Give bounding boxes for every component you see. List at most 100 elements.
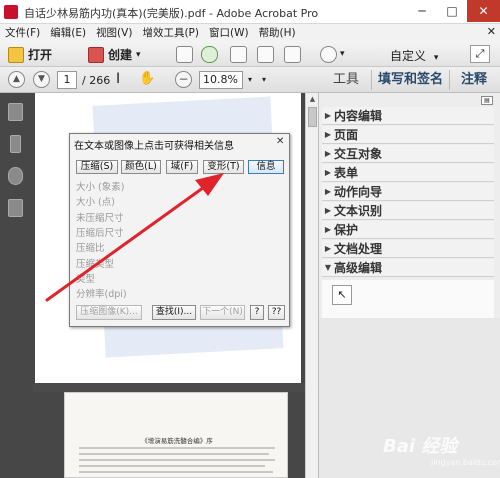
save-icon[interactable]	[230, 46, 247, 63]
signature-icon[interactable]	[8, 199, 23, 217]
section-protection[interactable]: ▶ 保护	[322, 221, 494, 239]
attachment-icon[interactable]	[8, 167, 23, 185]
main-toolbar: 打开 创建 ▾ ▾ 自定义 ▾ ⤢	[0, 41, 500, 67]
vertical-scrollbar[interactable]: ▲	[305, 93, 318, 478]
gear-icon[interactable]	[320, 46, 337, 63]
customize-label: 自定义	[390, 49, 427, 63]
tab-tools[interactable]: 工具	[328, 70, 364, 90]
text-line	[79, 447, 275, 449]
section-label: 页面	[334, 128, 359, 142]
scrollbar-thumb[interactable]	[308, 107, 317, 127]
tab-fill-sign[interactable]: 填写和签名	[371, 70, 451, 90]
field-resolution: 分辨率(dpi)	[76, 289, 127, 300]
chevron-down-icon: ▾	[136, 49, 141, 60]
section-content-editing[interactable]: ▶ 内容编辑	[322, 107, 494, 125]
baidu-watermark: Bai 经验 jingyan.baidu.com	[383, 418, 500, 468]
watermark-url: jingyan.baidu.com	[431, 458, 500, 467]
section-label: 交互对象	[334, 147, 383, 161]
zoom-level-input[interactable]: 10.8%	[199, 71, 243, 89]
tab-compression[interactable]: 压缩(S)	[76, 160, 118, 174]
section-interactive-objects[interactable]: ▶ 交互对象	[322, 145, 494, 163]
next-page-icon[interactable]: ▼	[33, 71, 50, 88]
chevron-down-icon: ▾	[433, 53, 439, 63]
zoom-out-icon[interactable]: −	[175, 71, 192, 88]
object-info-dialog: 在文本或图像上点击可获得相关信息 ✕ 压缩(S) 颜色(L) 域(F) 变形(T…	[69, 133, 290, 327]
section-label: 动作向导	[334, 185, 383, 199]
email-icon[interactable]	[284, 46, 301, 63]
tab-field[interactable]: 域(F)	[166, 160, 198, 174]
close-document-icon[interactable]: ✕	[487, 25, 496, 38]
menu-help[interactable]: 帮助(H)	[254, 25, 301, 40]
section-pages[interactable]: ▶ 页面	[322, 126, 494, 144]
settings-dropdown-icon[interactable]: ▾	[340, 49, 345, 59]
expand-arrow-icon: ▶	[324, 111, 332, 120]
tab-transform[interactable]: 变形(T)	[203, 160, 244, 174]
touchup-object-tool-icon[interactable]: ↖	[332, 285, 352, 305]
create-pdf-icon	[88, 46, 104, 63]
expand-arrow-icon: ▶	[324, 206, 332, 215]
open-button[interactable]: 打开	[8, 45, 52, 64]
panel-options-icon[interactable]: ▤	[481, 96, 493, 105]
field-type: 类型	[76, 274, 96, 285]
next-button[interactable]: 下一个(N)	[200, 305, 245, 320]
expand-arrow-icon: ▶	[324, 187, 332, 196]
section-forms[interactable]: ▶ 表单	[322, 164, 494, 182]
select-cursor-icon[interactable]: I	[116, 71, 133, 88]
compress-image-button[interactable]: 压缩图像(K)...	[76, 305, 142, 320]
watermark-text: Bai 经验	[383, 436, 458, 457]
tab-comment[interactable]: 注释	[456, 70, 492, 90]
edit-icon[interactable]	[257, 46, 274, 63]
field-compression-ratio: 压缩比	[76, 243, 105, 254]
navigation-toolbar: ▲ ▼ 1 / 266 I ✋ − 10.8% ▾ ▾ 工具 填写和签名 注释	[0, 67, 500, 93]
help-more-button[interactable]: ??	[268, 305, 285, 320]
expand-arrow-icon: ▶	[324, 149, 332, 158]
pdf-page-2[interactable]: 《增演易筋洗髓合编》序	[64, 392, 288, 478]
menu-bar: 文件(F) 编辑(E) 视图(V) 增效工具(P) 窗口(W) 帮助(H) ✕	[0, 24, 500, 41]
tab-info[interactable]: 信息	[248, 160, 284, 174]
expand-arrow-icon: ▶	[324, 168, 332, 177]
tab-color[interactable]: 颜色(L)	[121, 160, 161, 174]
title-bar: 自话少林易筋内功(真本)(完美版).pdf - Adobe Acrobat Pr…	[0, 0, 500, 24]
text-line	[79, 459, 275, 461]
page-2-heading: 《增演易筋洗髓合编》序	[141, 437, 213, 445]
customize-dropdown[interactable]: 自定义 ▾	[390, 47, 438, 64]
menu-window[interactable]: 窗口(W)	[204, 25, 254, 40]
minimize-button[interactable]: ─	[407, 0, 437, 22]
acrobat-icon	[4, 5, 18, 19]
zoom-dropdown-icon[interactable]: ▾	[244, 71, 256, 89]
left-navigation-pane	[0, 93, 33, 478]
menu-plugins[interactable]: 增效工具(P)	[137, 25, 204, 40]
menu-file[interactable]: 文件(F)	[0, 25, 45, 40]
cloud-upload-icon[interactable]	[201, 46, 218, 63]
print-icon[interactable]	[176, 46, 193, 63]
menu-edit[interactable]: 编辑(E)	[45, 25, 91, 40]
dialog-title: 在文本或图像上点击可获得相关信息	[74, 141, 234, 152]
section-label: 文本识别	[334, 204, 383, 218]
field-compression-type: 压缩类型	[76, 259, 115, 270]
page-number-input[interactable]: 1	[57, 71, 77, 89]
section-document-processing[interactable]: ▶ 文档处理	[322, 240, 494, 258]
dialog-close-icon[interactable]: ✕	[276, 136, 284, 147]
hand-icon[interactable]: ✋	[139, 71, 156, 88]
field-size-points: 大小 (点)	[76, 197, 115, 208]
expand-icon[interactable]: ⤢	[470, 45, 490, 63]
bookmark-icon[interactable]	[10, 135, 21, 153]
previous-page-icon[interactable]: ▲	[8, 71, 25, 88]
section-text-recognition[interactable]: ▶ 文本识别	[322, 202, 494, 220]
find-button[interactable]: 查找(I)...	[152, 305, 196, 320]
expand-arrow-icon: ▶	[324, 225, 332, 234]
page-thumbnails-icon[interactable]	[8, 103, 23, 121]
expand-arrow-icon: ▶	[324, 244, 332, 253]
open-label: 打开	[28, 48, 53, 62]
text-line	[79, 465, 265, 467]
menu-view[interactable]: 视图(V)	[91, 25, 137, 40]
section-action-wizard[interactable]: ▶ 动作向导	[322, 183, 494, 201]
close-window-button[interactable]: ✕	[467, 0, 500, 22]
maximize-button[interactable]: □	[437, 0, 467, 22]
more-tools-dropdown-icon[interactable]: ▾	[262, 75, 266, 84]
help-button[interactable]: ?	[250, 305, 264, 320]
create-button[interactable]: 创建 ▾	[88, 45, 141, 64]
text-line	[79, 453, 269, 455]
folder-icon	[8, 46, 24, 63]
section-advanced-editing[interactable]: ▼ 高级编辑	[322, 259, 494, 277]
